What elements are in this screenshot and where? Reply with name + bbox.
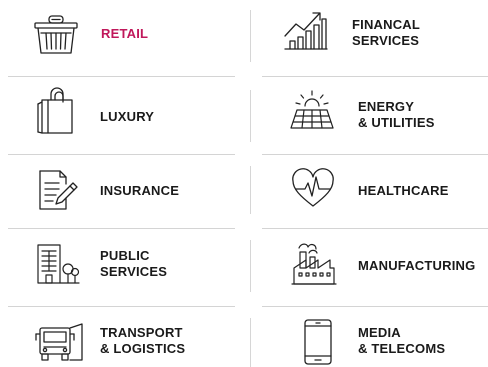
factory-icon bbox=[290, 240, 338, 288]
column-divider bbox=[250, 318, 251, 367]
truck-icon bbox=[32, 320, 84, 364]
industry-item-luxury[interactable]: LUXURY bbox=[8, 80, 238, 150]
industry-label: MEDIA & TELECOMS bbox=[358, 325, 446, 356]
city-building-icon bbox=[34, 242, 80, 286]
industry-item-energy-utilities[interactable]: ENERGY & UTILITIES bbox=[262, 80, 488, 150]
smartphone-icon bbox=[302, 318, 334, 366]
industry-label: TRANSPORT & LOGISTICS bbox=[100, 325, 186, 356]
industry-item-public-services[interactable]: PUBLIC SERVICES bbox=[8, 236, 238, 302]
industry-label: FINANCAL SERVICES bbox=[352, 17, 421, 48]
industry-item-financial-services[interactable]: FINANCAL SERVICES bbox=[262, 4, 488, 68]
row-divider bbox=[8, 76, 235, 77]
row-divider bbox=[8, 306, 235, 307]
industry-label: RETAIL bbox=[101, 26, 149, 41]
row-divider bbox=[262, 154, 488, 155]
industry-item-manufacturing[interactable]: MANUFACTURING bbox=[262, 236, 488, 302]
row-divider bbox=[262, 306, 488, 307]
row-divider bbox=[8, 228, 235, 229]
industry-label: HEALTHCARE bbox=[358, 183, 449, 198]
industry-label: MANUFACTURING bbox=[358, 258, 476, 273]
document-pen-icon bbox=[36, 168, 80, 212]
column-divider bbox=[250, 240, 251, 292]
industry-item-insurance[interactable]: INSURANCE bbox=[8, 160, 238, 222]
industry-item-media-telecoms[interactable]: MEDIA & TELECOMS bbox=[262, 312, 488, 367]
column-divider bbox=[250, 10, 251, 62]
industry-item-healthcare[interactable]: HEALTHCARE bbox=[262, 160, 488, 222]
shopping-basket-icon bbox=[33, 13, 79, 57]
growth-chart-icon bbox=[282, 9, 330, 53]
column-divider bbox=[250, 90, 251, 142]
shopping-bag-icon bbox=[36, 86, 78, 136]
industry-label: ENERGY & UTILITIES bbox=[358, 99, 435, 130]
industry-item-retail[interactable]: RETAIL bbox=[8, 4, 238, 68]
industry-label: LUXURY bbox=[100, 109, 155, 124]
solar-panel-icon bbox=[288, 90, 336, 132]
industry-item-transport-logistics[interactable]: TRANSPORT & LOGISTICS bbox=[8, 312, 238, 367]
row-divider bbox=[262, 76, 488, 77]
column-divider bbox=[250, 166, 251, 214]
heart-pulse-icon bbox=[290, 168, 336, 210]
row-divider bbox=[8, 154, 235, 155]
industry-label: PUBLIC SERVICES bbox=[100, 248, 168, 279]
row-divider bbox=[262, 228, 488, 229]
industry-label: INSURANCE bbox=[100, 183, 180, 198]
